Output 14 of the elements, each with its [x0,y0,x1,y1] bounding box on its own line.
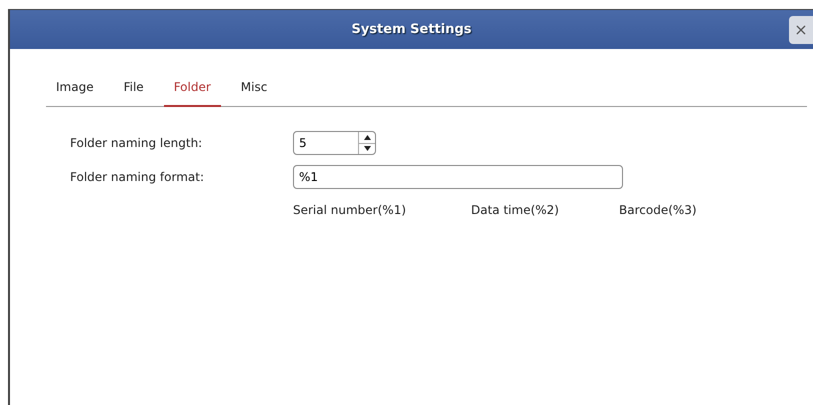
input-field[interactable]: %1 [293,165,623,189]
spin-box[interactable]: 5 [293,131,376,155]
field-label: Folder naming length: [70,135,204,152]
field-label: Folder naming format: [70,169,205,186]
placeholder-hint: Barcode(%3) [619,202,697,219]
placeholder-hint: Data time(%2) [471,202,560,219]
tab[interactable]: File [114,69,154,107]
close-button[interactable]: × [789,16,813,44]
window-title: System Settings [351,20,472,39]
tab[interactable]: Folder [164,69,221,107]
spin-value: 5 [298,135,308,152]
tab[interactable]: Misc [230,69,278,107]
tab[interactable]: Image [46,69,104,107]
placeholder-hint: Serial number(%1) [293,202,408,219]
